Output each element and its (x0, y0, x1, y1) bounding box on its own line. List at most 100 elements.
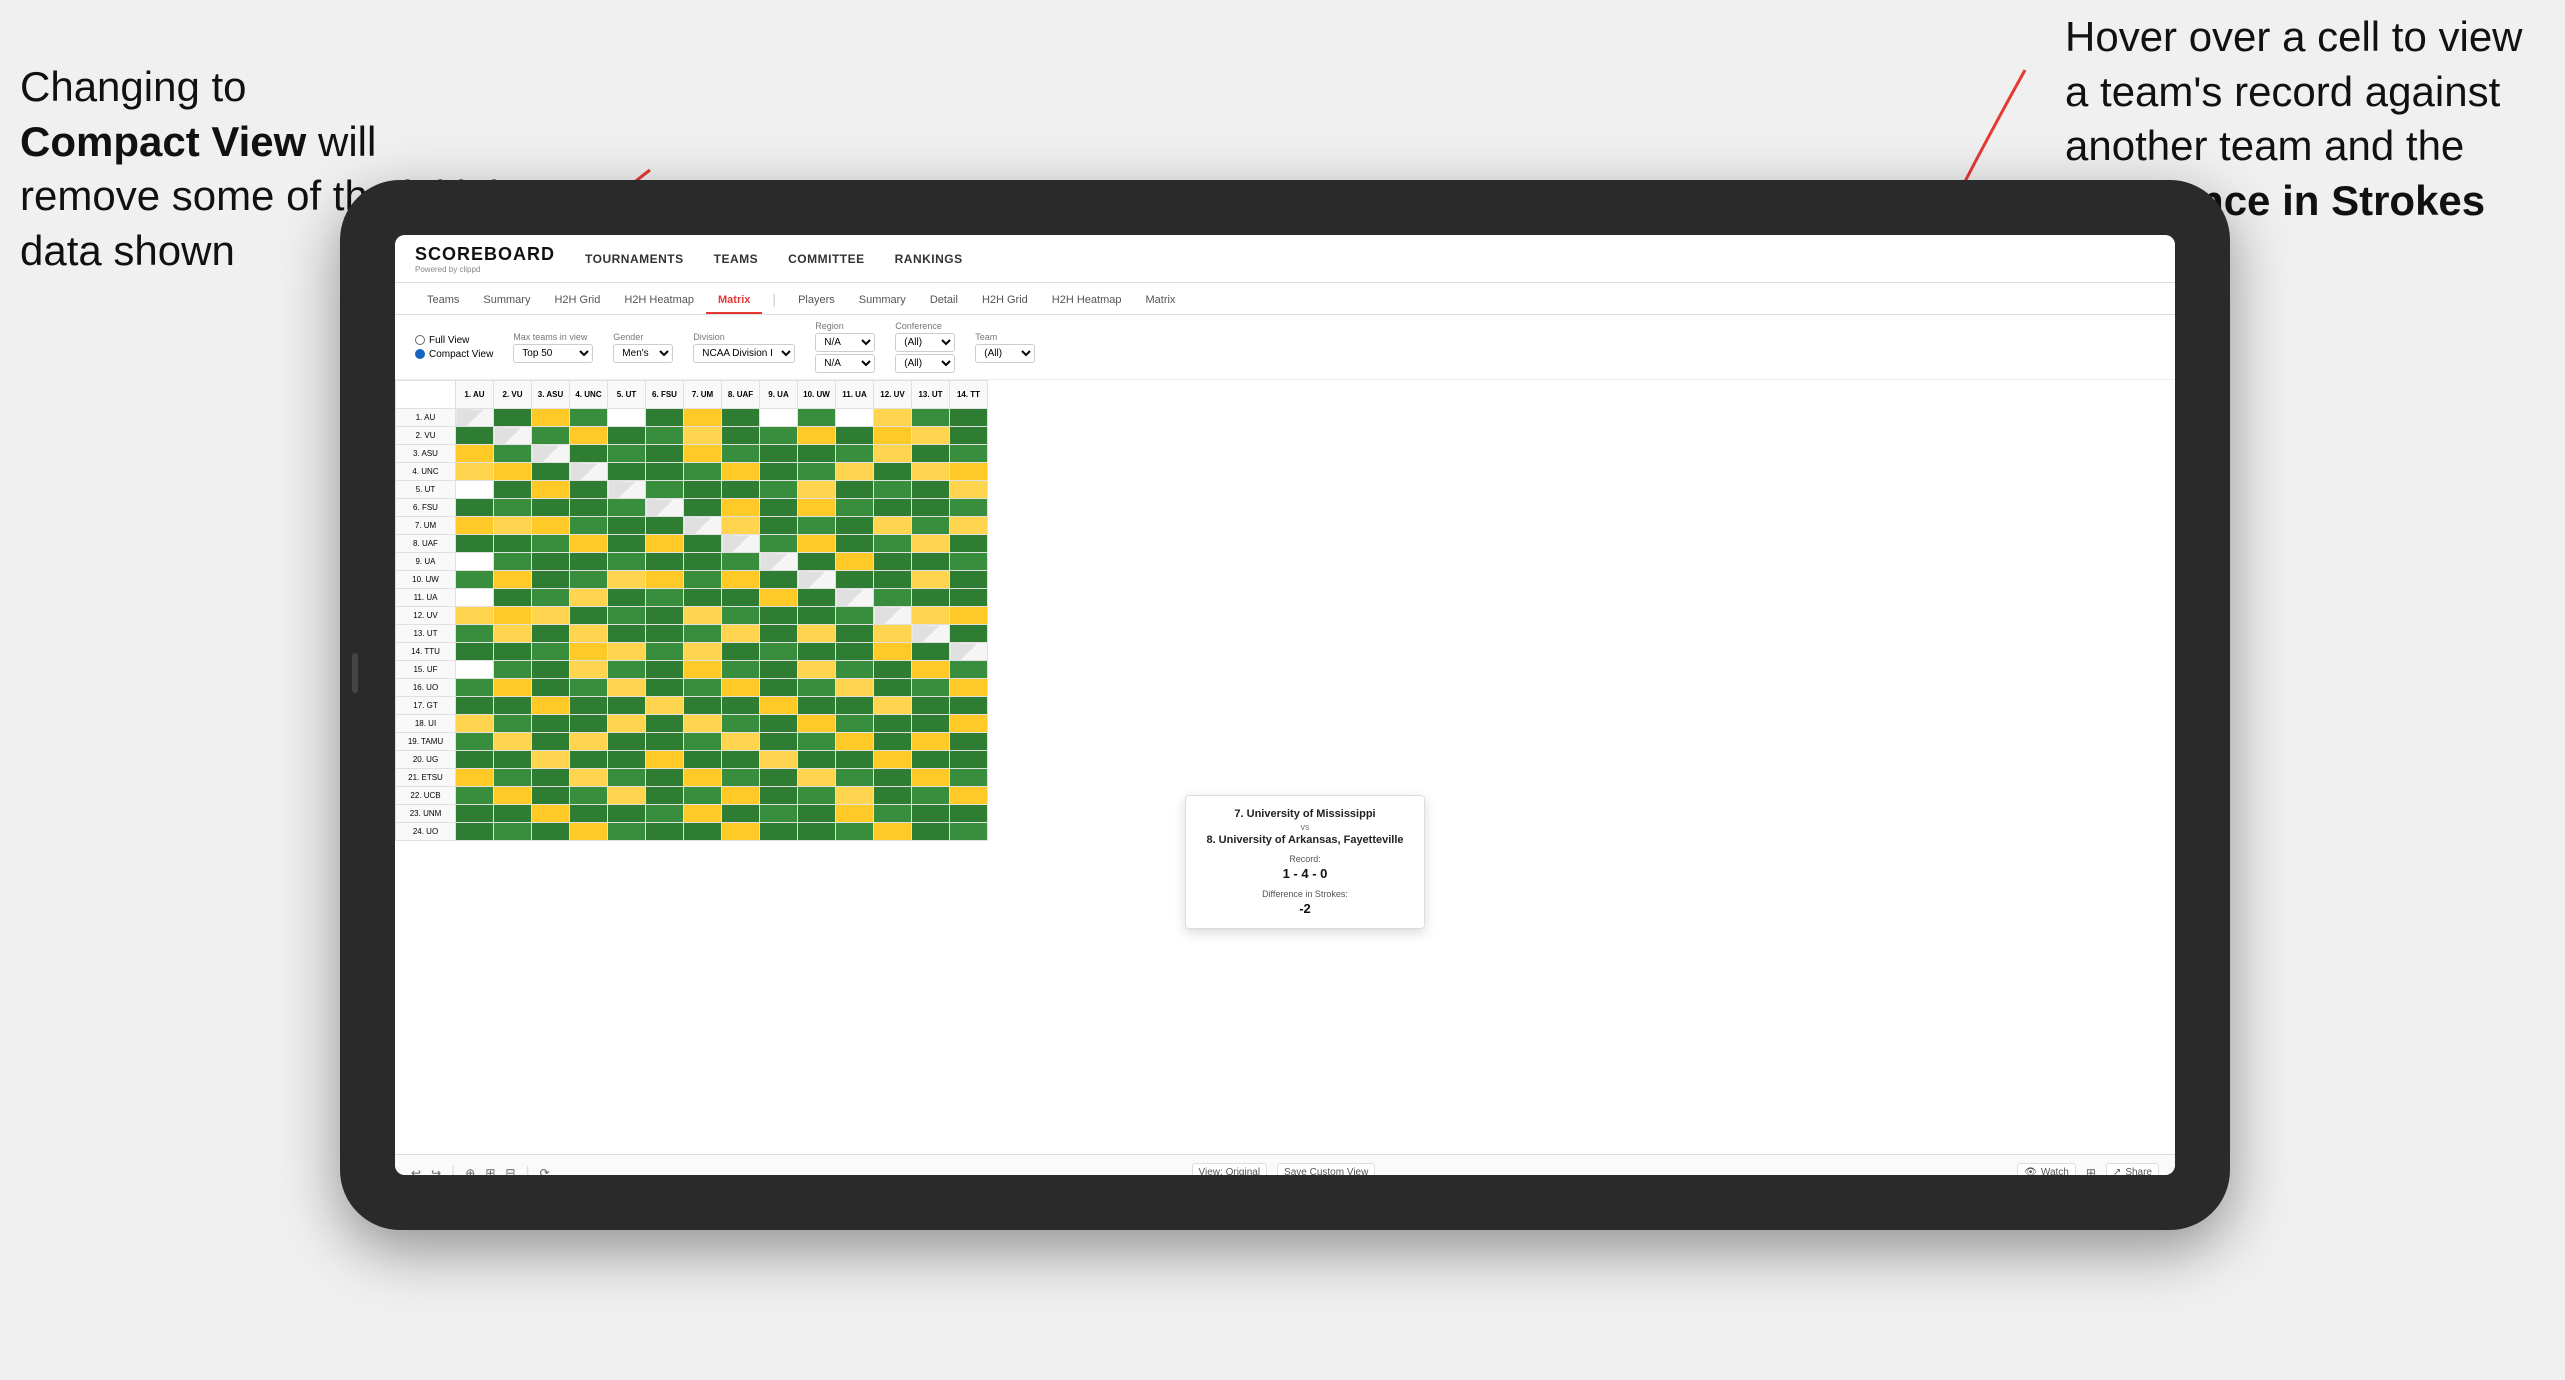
matrix-cell[interactable] (836, 445, 874, 463)
matrix-cell[interactable] (760, 463, 798, 481)
matrix-cell[interactable] (684, 445, 722, 463)
matrix-cell[interactable] (912, 805, 950, 823)
matrix-area[interactable]: 1. AU 2. VU 3. ASU 4. UNC 5. UT 6. FSU 7… (395, 380, 2175, 1154)
subnav-players[interactable]: Players (786, 294, 847, 314)
matrix-cell[interactable] (684, 427, 722, 445)
matrix-cell[interactable] (646, 625, 684, 643)
matrix-cell[interactable] (760, 823, 798, 841)
matrix-cell[interactable] (608, 517, 646, 535)
matrix-cell[interactable] (798, 787, 836, 805)
matrix-cell[interactable] (722, 751, 760, 769)
matrix-cell[interactable] (532, 499, 570, 517)
matrix-cell[interactable] (456, 823, 494, 841)
matrix-cell[interactable] (798, 499, 836, 517)
matrix-cell[interactable] (570, 697, 608, 715)
matrix-cell[interactable] (912, 823, 950, 841)
matrix-cell[interactable] (494, 445, 532, 463)
save-custom-button[interactable]: Save Custom View (1277, 1163, 1375, 1175)
matrix-cell[interactable] (456, 517, 494, 535)
matrix-cell[interactable] (912, 787, 950, 805)
matrix-cell[interactable] (684, 823, 722, 841)
matrix-cell[interactable] (608, 427, 646, 445)
matrix-cell[interactable] (874, 517, 912, 535)
matrix-cell[interactable] (532, 427, 570, 445)
matrix-cell[interactable] (798, 481, 836, 499)
matrix-cell[interactable] (494, 535, 532, 553)
view-original-button[interactable]: View: Original (1192, 1163, 1268, 1175)
matrix-cell[interactable] (912, 733, 950, 751)
matrix-cell[interactable] (456, 643, 494, 661)
matrix-cell[interactable] (608, 661, 646, 679)
matrix-cell[interactable] (646, 679, 684, 697)
subnav-h2h-grid[interactable]: H2H Grid (542, 294, 612, 314)
matrix-cell[interactable] (950, 571, 988, 589)
team-select[interactable]: (All) (975, 344, 1035, 363)
matrix-cell[interactable] (798, 427, 836, 445)
matrix-cell[interactable] (722, 409, 760, 427)
matrix-cell[interactable] (760, 499, 798, 517)
matrix-cell[interactable] (722, 499, 760, 517)
watch-button[interactable]: 👁 Watch (2017, 1163, 2076, 1175)
matrix-cell[interactable] (798, 445, 836, 463)
matrix-cell[interactable] (494, 625, 532, 643)
matrix-cell[interactable] (874, 481, 912, 499)
matrix-cell[interactable] (608, 481, 646, 499)
matrix-cell[interactable] (646, 481, 684, 499)
matrix-cell[interactable] (532, 751, 570, 769)
matrix-cell[interactable] (532, 517, 570, 535)
matrix-cell[interactable] (836, 463, 874, 481)
region-select[interactable]: N/A (815, 333, 875, 352)
matrix-cell[interactable] (836, 409, 874, 427)
matrix-cell[interactable] (836, 787, 874, 805)
full-view-option[interactable]: Full View (415, 335, 493, 346)
matrix-cell[interactable] (494, 481, 532, 499)
matrix-cell[interactable] (874, 625, 912, 643)
matrix-cell[interactable] (608, 733, 646, 751)
matrix-cell[interactable] (912, 625, 950, 643)
matrix-cell[interactable] (494, 409, 532, 427)
matrix-cell[interactable] (912, 715, 950, 733)
matrix-cell[interactable] (798, 409, 836, 427)
matrix-cell[interactable] (608, 805, 646, 823)
matrix-cell[interactable] (570, 445, 608, 463)
matrix-cell[interactable] (950, 751, 988, 769)
matrix-cell[interactable] (532, 661, 570, 679)
matrix-cell[interactable] (722, 697, 760, 715)
matrix-cell[interactable] (608, 589, 646, 607)
matrix-cell[interactable] (760, 697, 798, 715)
matrix-cell[interactable] (684, 517, 722, 535)
matrix-cell[interactable] (532, 409, 570, 427)
matrix-cell[interactable] (684, 661, 722, 679)
matrix-cell[interactable] (950, 697, 988, 715)
matrix-cell[interactable] (874, 589, 912, 607)
matrix-cell[interactable] (646, 409, 684, 427)
matrix-cell[interactable] (532, 643, 570, 661)
matrix-cell[interactable] (532, 589, 570, 607)
matrix-cell[interactable] (570, 733, 608, 751)
matrix-cell[interactable] (456, 787, 494, 805)
matrix-cell[interactable] (874, 697, 912, 715)
matrix-cell[interactable] (798, 535, 836, 553)
matrix-cell[interactable] (836, 625, 874, 643)
matrix-cell[interactable] (798, 769, 836, 787)
redo-icon[interactable]: ↪ (431, 1166, 441, 1176)
matrix-cell[interactable] (684, 589, 722, 607)
matrix-cell[interactable] (570, 625, 608, 643)
reset-icon[interactable]: ⊟ (505, 1166, 515, 1176)
matrix-cell[interactable] (760, 517, 798, 535)
matrix-cell[interactable] (456, 751, 494, 769)
matrix-cell[interactable] (874, 805, 912, 823)
matrix-cell[interactable] (912, 571, 950, 589)
matrix-cell[interactable] (912, 427, 950, 445)
matrix-cell[interactable] (722, 625, 760, 643)
matrix-cell[interactable] (760, 481, 798, 499)
matrix-cell[interactable] (874, 733, 912, 751)
subnav-players-summary[interactable]: Summary (847, 294, 918, 314)
matrix-cell[interactable] (760, 805, 798, 823)
matrix-cell[interactable] (532, 445, 570, 463)
matrix-cell[interactable] (608, 751, 646, 769)
matrix-cell[interactable] (608, 409, 646, 427)
matrix-cell[interactable] (950, 589, 988, 607)
matrix-cell[interactable] (874, 787, 912, 805)
matrix-cell[interactable] (494, 517, 532, 535)
